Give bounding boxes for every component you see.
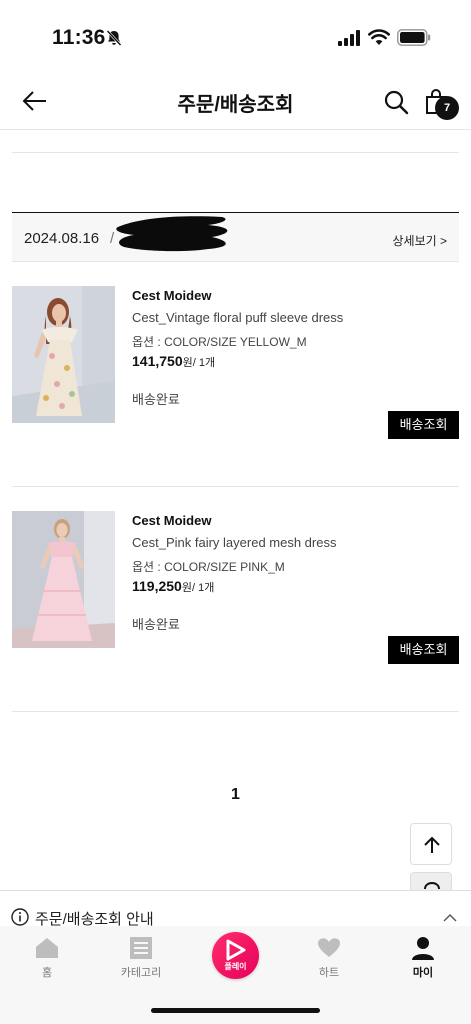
price-unit: 원/ 1개: [181, 582, 215, 594]
product-brand: Cest Moidew: [132, 513, 212, 528]
tab-play[interactable]: 플레이: [212, 932, 259, 979]
track-delivery-button[interactable]: 배송조회: [388, 636, 459, 664]
price-value: 119,250: [132, 578, 182, 594]
delivery-status: 배송완료: [132, 392, 180, 407]
product-brand: Cest Moidew: [132, 288, 212, 303]
divider: [12, 486, 459, 487]
tab-home[interactable]: 홈: [0, 926, 94, 986]
product-price: 119,250원/ 1개: [132, 578, 214, 595]
category-icon: [130, 937, 152, 959]
status-bar: 11:36: [0, 0, 471, 72]
pagination-current-page[interactable]: 1: [0, 786, 471, 804]
arrow-up-icon: [424, 836, 440, 853]
order-header: 2024.08.16 / 상세보기 >: [12, 212, 459, 262]
tab-label: 플레이: [224, 962, 247, 971]
chevron-up-icon[interactable]: [442, 911, 458, 923]
divider: [12, 152, 459, 153]
product-price: 141,750원/ 1개: [132, 353, 215, 370]
product-name[interactable]: Cest_Pink fairy layered mesh dress: [132, 535, 336, 550]
price-value: 141,750: [132, 353, 183, 369]
order-guide-bar[interactable]: 주문/배송조회 안내: [0, 890, 471, 928]
status-time: 11:36: [52, 26, 106, 49]
delivery-status: 배송완료: [132, 617, 180, 632]
tab-category[interactable]: 카테고리: [94, 926, 188, 986]
product-option: 옵션 : COLOR/SIZE YELLOW_M: [132, 335, 307, 349]
scroll-to-top-button[interactable]: [410, 823, 452, 865]
tab-heart[interactable]: 하트: [282, 926, 376, 986]
divider: [12, 711, 459, 712]
play-icon: [226, 939, 246, 961]
wifi-icon: [368, 29, 390, 45]
home-icon: [36, 938, 58, 958]
tab-my[interactable]: 마이: [376, 926, 470, 986]
battery-icon: [397, 29, 431, 46]
order-detail-link[interactable]: 상세보기 >: [392, 232, 447, 249]
track-delivery-button[interactable]: 배송조회: [388, 411, 459, 439]
info-icon: [11, 908, 29, 926]
tab-label: 하트: [318, 967, 340, 979]
search-icon[interactable]: [383, 89, 409, 115]
app-header: 주문/배송조회: [0, 72, 471, 130]
product-image[interactable]: [12, 511, 115, 648]
order-item: Cest Moidew Cest_Vintage floral puff sle…: [12, 286, 459, 486]
cellular-signal-icon: [338, 30, 360, 46]
tab-label: 마이: [412, 967, 434, 979]
price-unit: 원/ 1개: [182, 357, 216, 369]
bell-muted-icon: [106, 30, 122, 46]
product-name[interactable]: Cest_Vintage floral puff sleeve dress: [132, 310, 343, 325]
product-image[interactable]: [12, 286, 115, 423]
home-indicator: [151, 1008, 320, 1013]
tab-label: 카테고리: [120, 967, 162, 979]
product-option: 옵션 : COLOR/SIZE PINK_M: [132, 560, 285, 574]
heart-icon: [318, 938, 340, 957]
tab-label: 홈: [41, 967, 53, 979]
cart-count-badge: 7: [435, 96, 459, 120]
order-item: Cest Moidew Cest_Pink fairy layered mesh…: [12, 511, 459, 711]
order-date: 2024.08.16: [24, 230, 100, 247]
redacted-order-number: [116, 216, 228, 252]
person-icon: [412, 937, 434, 960]
